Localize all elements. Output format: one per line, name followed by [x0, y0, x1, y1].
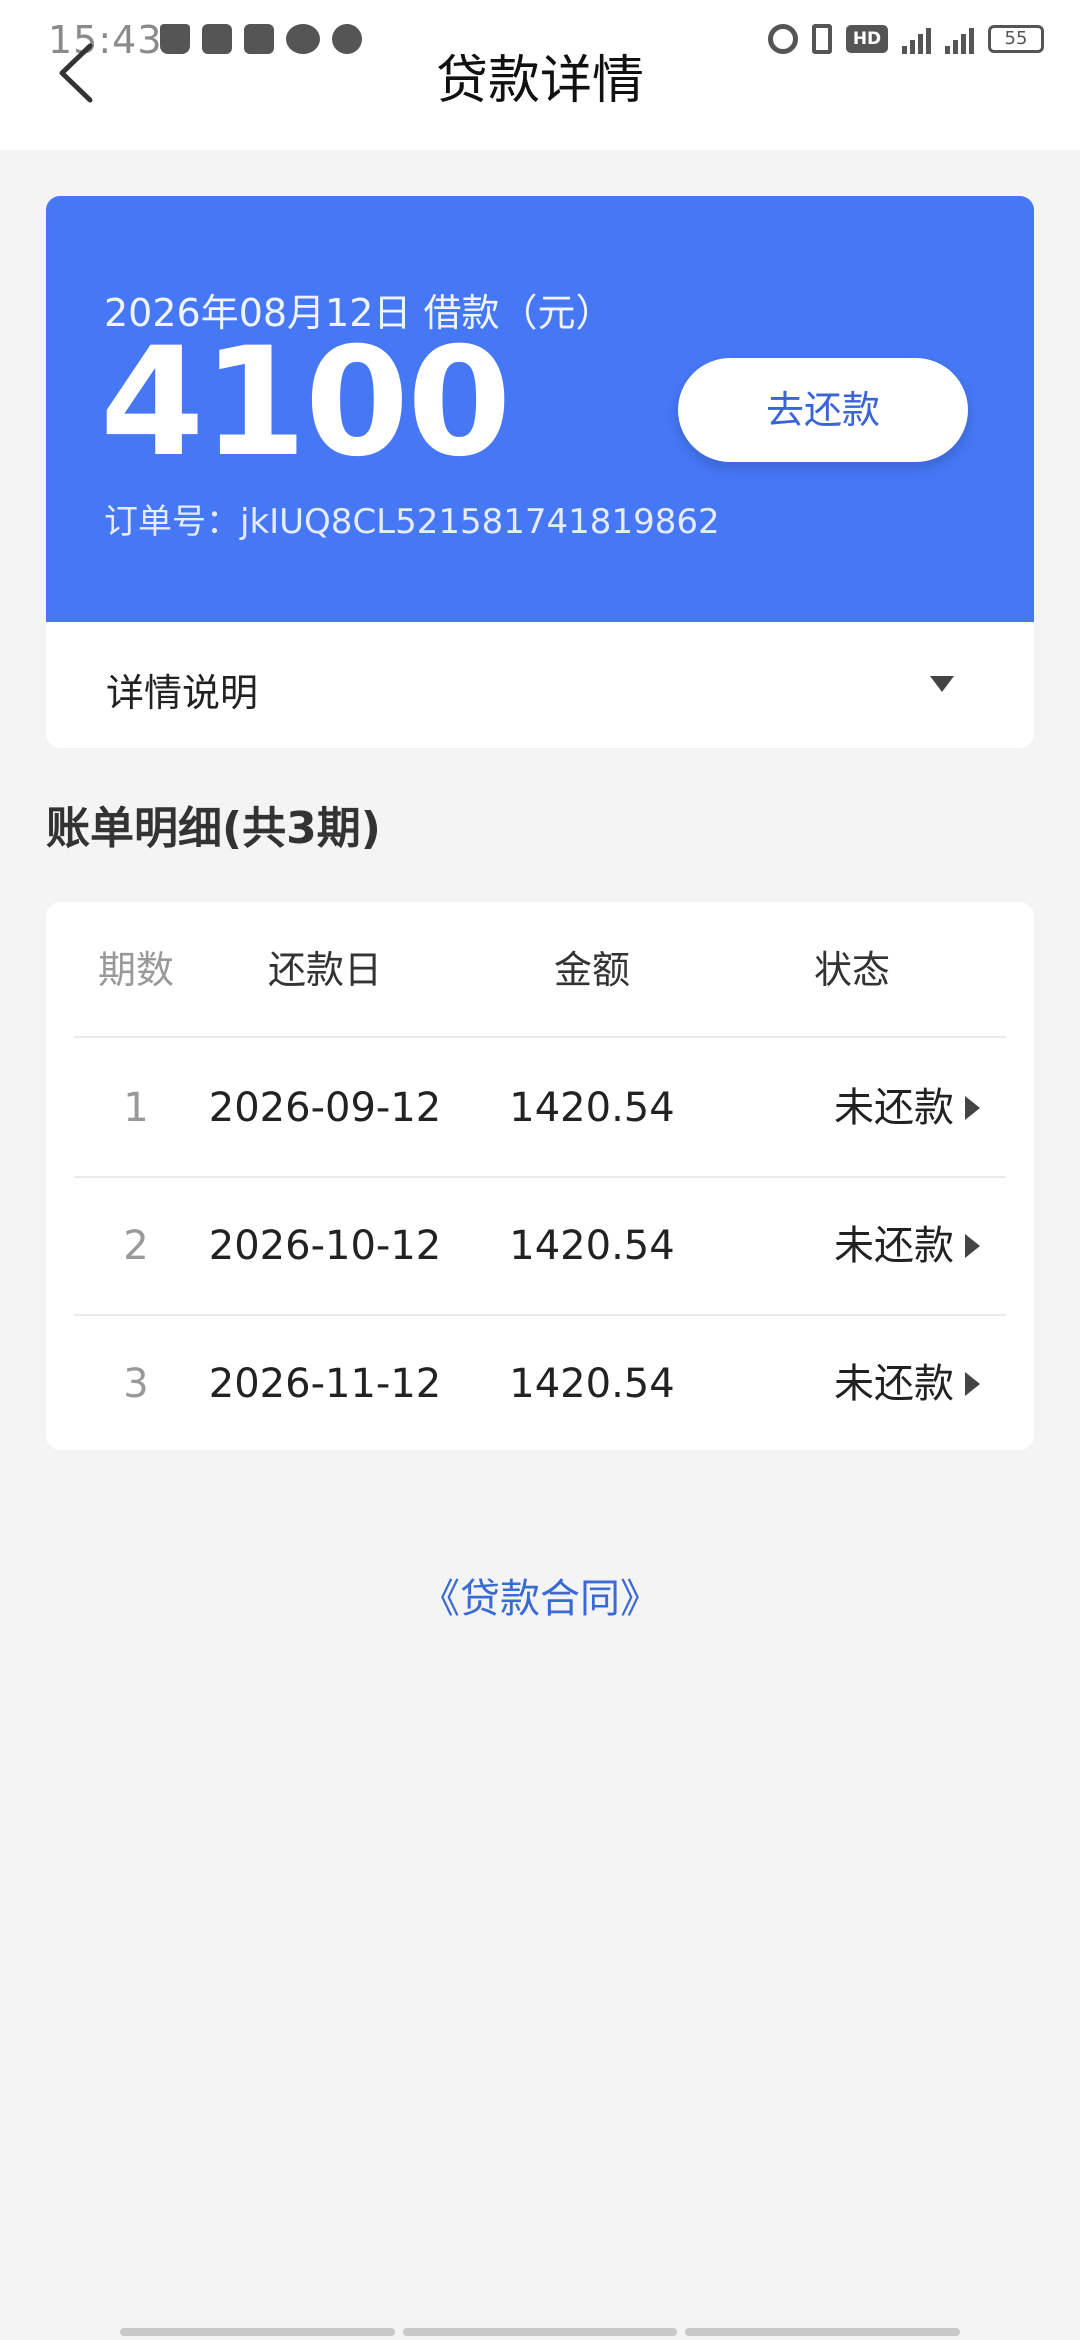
table-row[interactable]: 1 2026-09-12 1420.54 未还款 [74, 1040, 1006, 1178]
caret-right-icon [965, 1372, 980, 1396]
home-indicator [120, 2328, 961, 2336]
details-dropdown[interactable]: 详情说明 [46, 622, 1034, 748]
row-period: 2 [123, 1223, 149, 1269]
header-period: 期数 [97, 948, 174, 992]
header-date: 还款日 [267, 948, 382, 992]
page-title: 贷款详情 [435, 51, 644, 111]
app-header: 15:43 HD 55 贷款详情 [0, 0, 1080, 150]
row-status: 未还款 [834, 1361, 954, 1407]
row-status: 未还款 [834, 1223, 954, 1269]
row-amount: 1420.54 [509, 1085, 675, 1131]
row-period: 1 [123, 1085, 149, 1131]
table-header: 期数 还款日 金额 状态 [74, 902, 1006, 1038]
row-amount: 1420.54 [509, 1223, 675, 1269]
caret-right-icon [965, 1234, 980, 1258]
row-date: 2026-10-12 [208, 1223, 442, 1269]
row-period: 3 [123, 1361, 149, 1407]
loan-amount: 4100 [100, 316, 511, 490]
table-row[interactable]: 2 2026-10-12 1420.54 未还款 [74, 1178, 1006, 1316]
loan-contract-link[interactable]: 《贷款合同》 [0, 1566, 1080, 1624]
row-status: 未还款 [834, 1085, 954, 1131]
header-amount: 金额 [553, 948, 630, 992]
row-amount: 1420.54 [509, 1361, 675, 1407]
header-status: 状态 [813, 948, 890, 992]
loan-summary-card: 2026年08月12日 借款（元） 4100 订单号：jkIUQ8CL52158… [46, 196, 1034, 622]
row-date: 2026-11-12 [208, 1361, 442, 1407]
row-date: 2026-09-12 [208, 1085, 442, 1131]
order-number: 订单号：jkIUQ8CL521581741819862 [104, 502, 720, 542]
repay-button[interactable]: 去还款 [678, 358, 968, 462]
table-row[interactable]: 3 2026-11-12 1420.54 未还款 [74, 1316, 1006, 1454]
bill-section-title: 账单明细(共3期) [46, 803, 381, 854]
details-label: 详情说明 [106, 671, 259, 715]
bill-table: 期数 还款日 金额 状态 1 2026-09-12 1420.54 未还款 2 … [46, 902, 1034, 1450]
caret-down-icon [930, 676, 954, 692]
caret-right-icon [965, 1096, 980, 1120]
